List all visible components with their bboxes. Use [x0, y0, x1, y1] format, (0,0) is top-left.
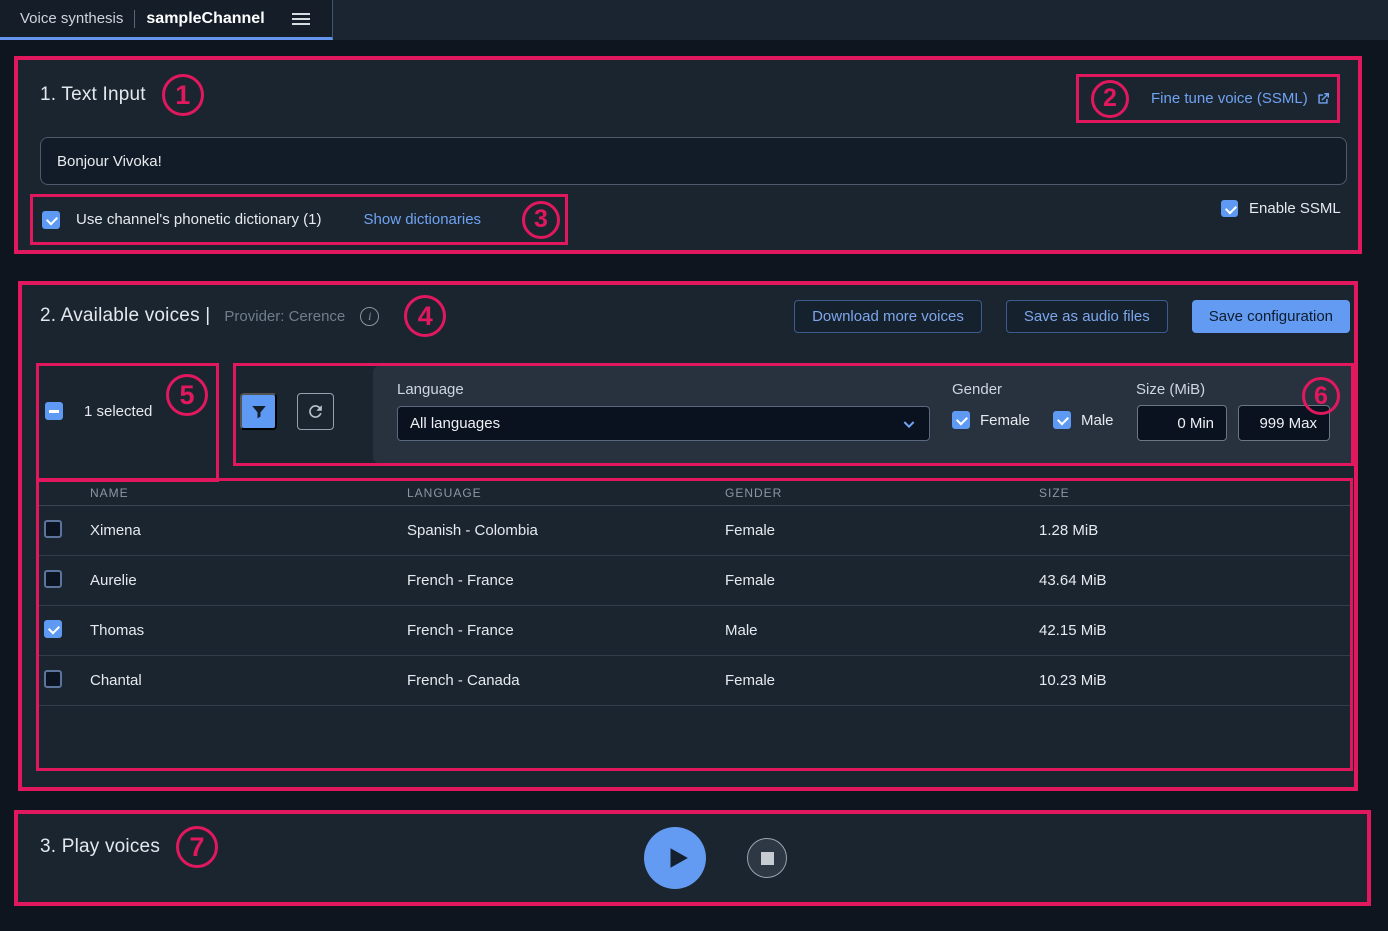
voice-language: Spanish - Colombia	[407, 522, 725, 539]
table-row[interactable]: Ximena Spanish - Colombia Female 1.28 Mi…	[39, 506, 1350, 556]
channel-name: sampleChannel	[146, 10, 264, 28]
refresh-icon	[306, 402, 325, 421]
voice-name: Ximena	[90, 522, 407, 539]
row-checkbox[interactable]	[44, 670, 62, 688]
header-size: SIZE	[1039, 486, 1070, 500]
row-checkbox[interactable]	[44, 520, 62, 538]
show-dictionaries-link[interactable]: Show dictionaries	[364, 211, 482, 228]
table-header-row: NAME LANGUAGE GENDER SIZE	[39, 481, 1350, 506]
save-as-audio-files-button[interactable]: Save as audio files	[1006, 300, 1168, 333]
annotation-1: 1	[162, 74, 204, 116]
annotation-3: 3	[522, 201, 560, 239]
external-link-icon	[1315, 91, 1331, 107]
table-row[interactable]: Chantal French - Canada Female 10.23 MiB	[39, 656, 1350, 706]
language-select[interactable]: All languages	[397, 406, 930, 441]
gender-male-checkbox[interactable]	[1053, 411, 1071, 429]
voice-gender: Female	[725, 522, 1039, 539]
enable-ssml-checkbox[interactable]	[1221, 200, 1238, 217]
voices-table-highlight: NAME LANGUAGE GENDER SIZE Ximena Spanish…	[36, 478, 1353, 771]
stop-button[interactable]	[747, 838, 787, 878]
voice-language: French - France	[407, 572, 725, 589]
voices-table-body: Ximena Spanish - Colombia Female 1.28 Mi…	[39, 506, 1350, 706]
table-row[interactable]: Aurelie French - France Female 43.64 MiB	[39, 556, 1350, 606]
app-title: Voice synthesis	[20, 10, 123, 27]
voice-gender: Male	[725, 622, 1039, 639]
download-more-voices-button[interactable]: Download more voices	[794, 300, 982, 333]
size-min-input[interactable]	[1137, 405, 1227, 441]
row-checkbox[interactable]	[44, 570, 62, 588]
voice-name: Chantal	[90, 672, 407, 689]
enable-ssml-label: Enable SSML	[1249, 200, 1341, 217]
voice-name: Thomas	[90, 622, 407, 639]
chevron-down-icon	[901, 416, 917, 432]
row-checkbox[interactable]	[44, 620, 62, 638]
header-name: NAME	[90, 486, 407, 500]
info-icon[interactable]: i	[360, 307, 379, 326]
hamburger-menu-icon[interactable]	[292, 13, 310, 25]
voice-gender: Female	[725, 572, 1039, 589]
voice-language: French - France	[407, 622, 725, 639]
annotation-5: 5	[166, 374, 208, 416]
phonetic-dictionary-highlight: Use channel's phonetic dictionary (1) Sh…	[30, 194, 568, 245]
synthesis-text-input[interactable]	[40, 137, 1347, 185]
fine-tune-highlight: 2 Fine tune voice (SSML)	[1076, 74, 1340, 123]
filter-panel: Language All languages Gender Female Mal…	[373, 366, 1351, 463]
section3-title: 3. Play voices	[40, 836, 160, 858]
header-gender: GENDER	[725, 486, 1039, 500]
stop-icon	[761, 852, 774, 865]
play-voices-section: 3. Play voices 7	[14, 810, 1371, 906]
table-row[interactable]: Thomas French - France Male 42.15 MiB	[39, 606, 1350, 656]
fine-tune-voice-link[interactable]: Fine tune voice (SSML)	[1151, 90, 1331, 107]
language-select-value: All languages	[410, 415, 901, 432]
selected-count-label: 1 selected	[84, 403, 152, 420]
header-language: LANGUAGE	[407, 486, 725, 500]
voice-gender: Female	[725, 672, 1039, 689]
gender-male-label: Male	[1081, 412, 1114, 429]
save-configuration-button[interactable]: Save configuration	[1192, 300, 1350, 333]
refresh-button[interactable]	[297, 393, 334, 430]
section1-title: 1. Text Input	[40, 84, 146, 106]
select-all-checkbox[interactable]	[45, 402, 63, 420]
available-voices-section: 2. Available voices | Provider: Cerence …	[18, 281, 1358, 791]
phonetic-dictionary-checkbox[interactable]	[42, 211, 60, 229]
annotation-7: 7	[176, 826, 218, 868]
voice-size: 10.23 MiB	[1039, 672, 1107, 689]
voice-name: Aurelie	[90, 572, 407, 589]
gender-female-checkbox[interactable]	[952, 411, 970, 429]
funnel-icon	[250, 403, 268, 421]
play-button[interactable]	[644, 827, 706, 889]
provider-label: Provider: Cerence	[224, 308, 345, 325]
text-input-section: 1. Text Input 1 2 Fine tune voice (SSML)…	[14, 56, 1362, 254]
annotation-6: 6	[1302, 377, 1340, 415]
size-filter-label: Size (MiB)	[1136, 381, 1205, 398]
tab-separator	[134, 10, 135, 28]
channel-tab[interactable]: Voice synthesis sampleChannel	[0, 0, 333, 40]
voice-language: French - Canada	[407, 672, 725, 689]
annotation-4: 4	[404, 295, 446, 337]
top-bar: Voice synthesis sampleChannel	[0, 0, 1388, 40]
language-filter-label: Language	[397, 381, 464, 398]
gender-female-label: Female	[980, 412, 1030, 429]
annotation-2: 2	[1091, 80, 1129, 118]
gender-filter-label: Gender	[952, 381, 1002, 398]
section2-title: 2. Available voices |	[40, 305, 210, 327]
filters-highlight: Language All languages Gender Female Mal…	[233, 363, 1354, 466]
play-icon	[664, 845, 690, 871]
fine-tune-voice-label: Fine tune voice (SSML)	[1151, 90, 1308, 107]
filter-button[interactable]	[240, 393, 277, 430]
voice-size: 42.15 MiB	[1039, 622, 1107, 639]
voice-size: 1.28 MiB	[1039, 522, 1098, 539]
phonetic-dictionary-label: Use channel's phonetic dictionary (1)	[76, 211, 322, 228]
selection-highlight: 1 selected 5	[36, 363, 219, 482]
voice-size: 43.64 MiB	[1039, 572, 1107, 589]
